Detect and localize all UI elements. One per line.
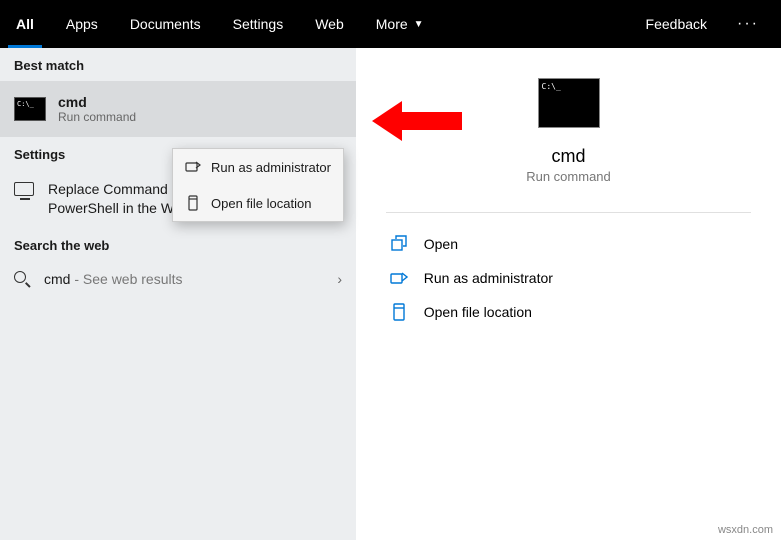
search-icon [14, 271, 30, 287]
watermark: wsxdn.com [718, 524, 773, 536]
preview-actions: Open Run as administrator Open file loca… [386, 227, 752, 329]
tab-settings[interactable]: Settings [217, 0, 300, 48]
cmd-preview-icon: C:\_ [538, 78, 600, 128]
best-match-title: cmd [58, 94, 136, 110]
monitor-icon [14, 182, 34, 196]
web-result[interactable]: cmd - See web results › [0, 261, 356, 297]
results-panel: Best match C:\_ cmd Run command Settings… [0, 48, 356, 540]
tab-apps[interactable]: Apps [50, 0, 114, 48]
folder-icon [390, 303, 408, 321]
chevron-down-icon: ▼ [414, 19, 424, 30]
header-tabs: All Apps Documents Settings Web More ▼ [0, 0, 630, 48]
cmd-icon: C:\_ [14, 97, 46, 121]
more-options-button[interactable]: ··· [723, 15, 773, 33]
shield-icon [390, 269, 408, 287]
web-result-text: cmd - See web results [44, 271, 337, 287]
red-arrow-annotation [372, 96, 462, 146]
best-match-subtitle: Run command [58, 110, 136, 124]
context-menu: Run as administrator Open file location [172, 148, 344, 222]
web-header: Search the web [0, 228, 356, 261]
context-run-as-admin[interactable]: Run as administrator [173, 149, 343, 185]
feedback-button[interactable]: Feedback [630, 16, 723, 32]
preview-title: cmd [551, 146, 585, 167]
preview-subtitle: Run command [526, 169, 611, 184]
action-run-as-admin[interactable]: Run as administrator [386, 261, 752, 295]
chevron-right-icon: › [337, 271, 342, 287]
action-open[interactable]: Open [386, 227, 752, 261]
folder-icon [185, 195, 201, 211]
tab-web[interactable]: Web [299, 0, 360, 48]
best-match-header: Best match [0, 48, 356, 81]
header-right: Feedback ··· [630, 15, 781, 33]
header-bar: All Apps Documents Settings Web More ▼ F… [0, 0, 781, 48]
open-icon [390, 235, 408, 253]
context-open-file-location[interactable]: Open file location [173, 185, 343, 221]
shield-icon [185, 159, 201, 175]
best-match-result[interactable]: C:\_ cmd Run command [0, 81, 356, 137]
tab-documents[interactable]: Documents [114, 0, 217, 48]
tab-more[interactable]: More ▼ [360, 0, 440, 48]
action-open-file-location[interactable]: Open file location [386, 295, 752, 329]
tab-all[interactable]: All [0, 0, 50, 48]
divider [386, 212, 752, 213]
